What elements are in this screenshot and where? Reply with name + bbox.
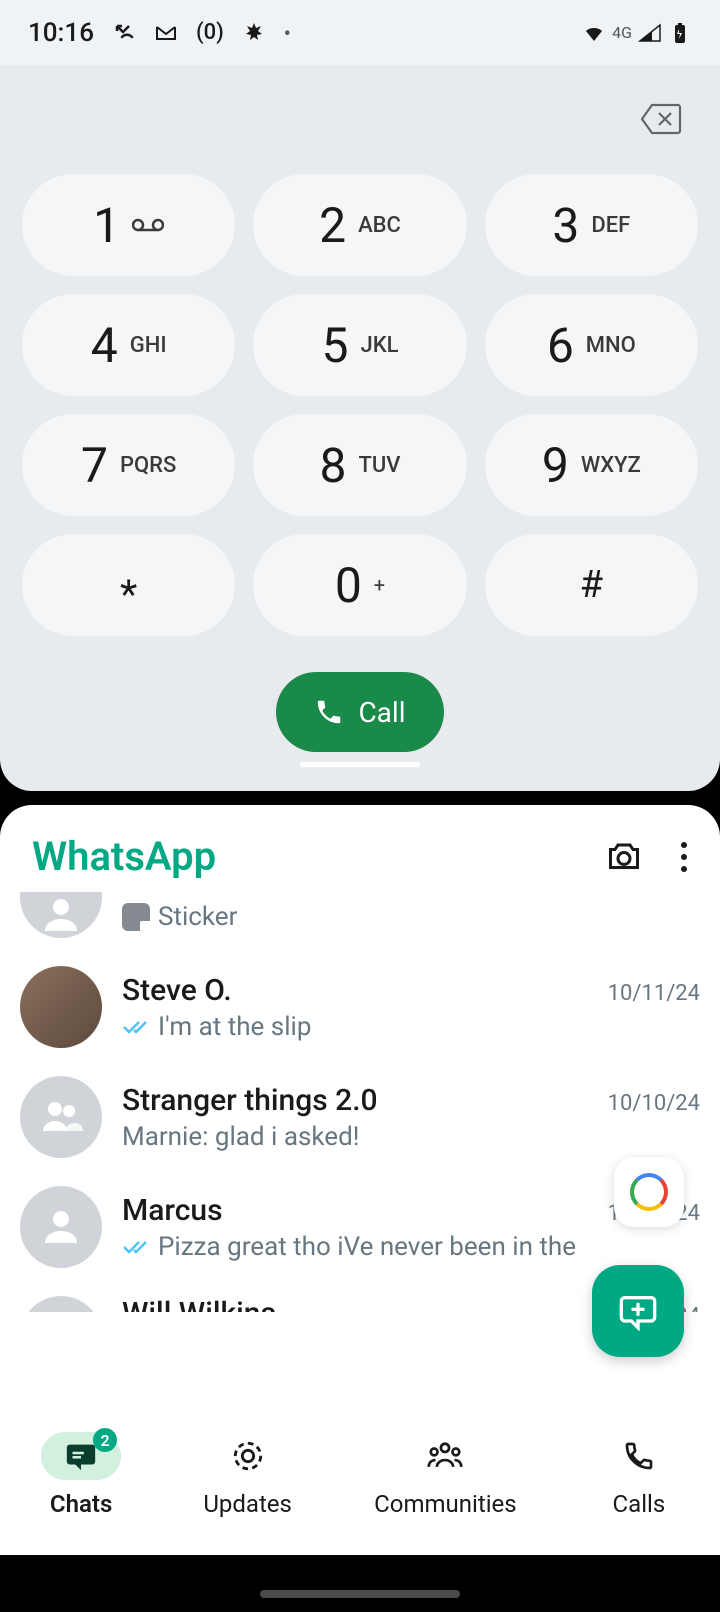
avatar bbox=[20, 892, 102, 938]
new-chat-button[interactable] bbox=[592, 1265, 684, 1357]
call-label: Call bbox=[358, 696, 405, 729]
chat-message: I'm at the slip bbox=[158, 1012, 311, 1042]
whatsapp-app: WhatsApp Sticker Steve O. 10/11/24 bbox=[0, 805, 720, 1405]
key-2[interactable]: 2ABC bbox=[253, 174, 466, 276]
dot-icon: • bbox=[284, 21, 291, 45]
updates-icon bbox=[231, 1439, 265, 1473]
nav-label: Communities bbox=[374, 1490, 517, 1518]
meta-ai-button[interactable] bbox=[614, 1157, 684, 1227]
chat-item[interactable]: Sticker bbox=[20, 892, 700, 952]
chat-date: 10/11/24 bbox=[608, 981, 700, 1006]
home-indicator[interactable] bbox=[260, 1590, 460, 1598]
wifi-icon bbox=[582, 21, 606, 45]
sticker-icon bbox=[122, 903, 150, 931]
avatar bbox=[20, 1076, 102, 1158]
battery-icon bbox=[668, 21, 692, 45]
nav-label: Calls bbox=[613, 1490, 666, 1518]
avatar bbox=[20, 1186, 102, 1268]
avatar bbox=[20, 966, 102, 1048]
dialer-app: 1 2ABC 3DEF 4GHI 5JKL 6MNO 7PQRS 8TUV 9W… bbox=[0, 65, 720, 791]
status-time: 10:16 bbox=[28, 18, 94, 48]
new-chat-icon bbox=[618, 1291, 658, 1331]
chat-date: 10/10/24 bbox=[608, 1091, 700, 1116]
chat-message: Pizza great tho iVe never been in the bbox=[158, 1232, 576, 1262]
key-hash[interactable]: # bbox=[485, 534, 698, 636]
chat-name: Marcus bbox=[122, 1193, 223, 1228]
missed-call-icon bbox=[112, 21, 136, 45]
key-8[interactable]: 8TUV bbox=[253, 414, 466, 516]
phone-icon bbox=[314, 697, 344, 727]
key-4[interactable]: 4GHI bbox=[22, 294, 235, 396]
chat-message: Sticker bbox=[158, 902, 237, 932]
key-3[interactable]: 3DEF bbox=[485, 174, 698, 276]
app-handle[interactable] bbox=[300, 762, 420, 767]
chat-list[interactable]: Sticker Steve O. 10/11/24 I'm at the sli… bbox=[0, 892, 720, 1312]
read-ticks-icon bbox=[122, 1238, 150, 1256]
chat-message: Marnie: glad i asked! bbox=[122, 1122, 359, 1152]
nav-label: Chats bbox=[50, 1490, 112, 1518]
key-9[interactable]: 9WXYZ bbox=[485, 414, 698, 516]
chats-badge: 2 bbox=[93, 1428, 117, 1452]
nav-updates[interactable]: Updates bbox=[203, 1432, 292, 1518]
calls-icon bbox=[623, 1440, 655, 1472]
status-bar: 10:16 (0) • 4G bbox=[0, 0, 720, 65]
nav-chats[interactable]: 2 Chats bbox=[41, 1432, 121, 1518]
chat-item[interactable]: Steve O. 10/11/24 I'm at the slip bbox=[20, 952, 700, 1062]
chat-name: Will Wilkins bbox=[122, 1296, 276, 1312]
key-0[interactable]: 0+ bbox=[253, 534, 466, 636]
nav-label: Updates bbox=[203, 1490, 292, 1518]
key-star[interactable]: * bbox=[22, 534, 235, 636]
menu-button[interactable] bbox=[680, 841, 688, 873]
call-button[interactable]: Call bbox=[276, 672, 444, 752]
nav-communities[interactable]: Communities bbox=[374, 1432, 517, 1518]
read-ticks-icon bbox=[122, 1018, 150, 1036]
avatar bbox=[20, 1296, 102, 1312]
backspace-button[interactable] bbox=[640, 103, 682, 135]
dialpad: 1 2ABC 3DEF 4GHI 5JKL 6MNO 7PQRS 8TUV 9W… bbox=[0, 172, 720, 658]
chat-name: Steve O. bbox=[122, 973, 232, 1008]
key-5[interactable]: 5JKL bbox=[253, 294, 466, 396]
app-title: WhatsApp bbox=[32, 833, 216, 880]
meta-ai-icon bbox=[630, 1173, 668, 1211]
key-1[interactable]: 1 bbox=[22, 174, 235, 276]
gmail-icon bbox=[154, 21, 178, 45]
signal-icon bbox=[638, 21, 662, 45]
bottom-nav: 2 Chats Updates Communities Calls bbox=[0, 1405, 720, 1555]
nav-calls[interactable]: Calls bbox=[599, 1432, 679, 1518]
key-6[interactable]: 6MNO bbox=[485, 294, 698, 396]
key-7[interactable]: 7PQRS bbox=[22, 414, 235, 516]
voicemail-icon bbox=[132, 217, 164, 233]
chat-name: Stranger things 2.0 bbox=[122, 1083, 378, 1118]
clap-icon bbox=[242, 21, 266, 45]
chat-item[interactable]: Marcus 10/10/24 Pizza great tho iVe neve… bbox=[20, 1172, 700, 1282]
chat-item[interactable]: Stranger things 2.0 10/10/24 Marnie: gla… bbox=[20, 1062, 700, 1172]
voicemail-count: (0) bbox=[196, 20, 224, 45]
communities-icon bbox=[426, 1439, 464, 1473]
network-label: 4G bbox=[612, 23, 632, 42]
camera-button[interactable] bbox=[606, 839, 642, 875]
